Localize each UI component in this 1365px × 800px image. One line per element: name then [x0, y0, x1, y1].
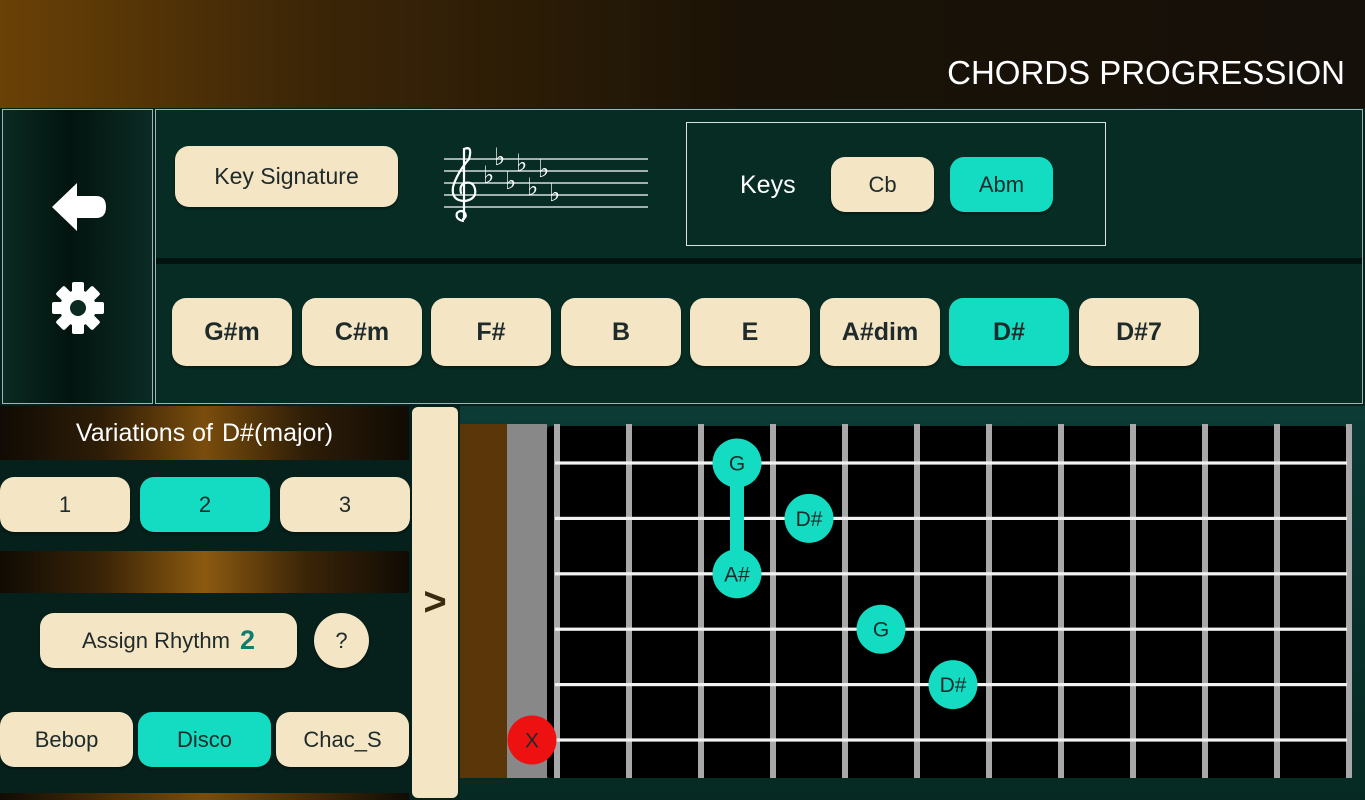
chord-button[interactable]: A#dim	[820, 298, 940, 366]
fret-wire	[626, 424, 632, 778]
chord-button[interactable]: C#m	[302, 298, 422, 366]
key-button-abm[interactable]: Abm	[950, 157, 1053, 212]
fret-wire	[1058, 424, 1064, 778]
back-button[interactable]	[47, 176, 111, 238]
side-panel	[2, 109, 153, 404]
divider-strip	[0, 551, 409, 593]
next-variation-button[interactable]: >	[412, 407, 458, 798]
variations-panel: 1 2 3 Assign Rhythm 2 ? Bebop Disco Chac…	[0, 460, 410, 800]
assign-rhythm-value: 2	[239, 625, 255, 655]
gear-icon	[52, 282, 104, 334]
fret-wire	[698, 424, 704, 778]
finger-dot-label: D#	[940, 674, 967, 697]
rhythm-style-button[interactable]: Bebop	[0, 712, 133, 767]
help-button[interactable]: ?	[314, 613, 369, 668]
chord-selector-panel: Key Signature ♭ ♭ ♭ ♭ ♭ ♭ ♭ Keys Cb Abm …	[155, 109, 1363, 404]
key-signature-staff: ♭ ♭ ♭ ♭ ♭ ♭ ♭	[444, 143, 648, 223]
svg-text:♭: ♭	[549, 179, 560, 207]
svg-text:♭: ♭	[516, 149, 527, 177]
fret-wire	[914, 424, 920, 778]
panel-divider	[156, 258, 1362, 264]
chord-button-selected[interactable]: D#	[949, 298, 1069, 366]
svg-text:♭: ♭	[527, 173, 538, 201]
fret-wire	[986, 424, 992, 778]
guitar-string	[555, 461, 1347, 465]
guitar-string	[555, 572, 1347, 576]
key-signature-button[interactable]: Key Signature	[175, 146, 398, 207]
fret-wire	[1130, 424, 1136, 778]
keys-group: Keys Cb Abm	[686, 122, 1106, 246]
fret-wire	[842, 424, 848, 778]
fret-wire	[770, 424, 776, 778]
app-title: CHORDS PROGRESSION	[947, 54, 1345, 91]
chord-button[interactable]: B	[561, 298, 681, 366]
chord-button[interactable]: F#	[431, 298, 551, 366]
variations-title: Variations of	[75, 418, 213, 447]
finger-dot-label: G	[729, 453, 745, 476]
variations-header: Variations of D#(major)	[0, 406, 409, 460]
fret-wire	[1202, 424, 1208, 778]
bottom-strip	[0, 793, 409, 800]
guitar-string	[555, 516, 1347, 520]
svg-text:♭: ♭	[494, 143, 505, 171]
chord-button[interactable]: D#7	[1079, 298, 1199, 366]
assign-rhythm-label: Assign Rhythm	[82, 627, 230, 653]
chord-button[interactable]: E	[690, 298, 810, 366]
variations-chord: D#(major)	[221, 418, 334, 447]
fretboard-body	[547, 426, 1347, 778]
header-bar: CHORDS PROGRESSION	[0, 0, 1365, 108]
variation-button-3[interactable]: 3	[280, 477, 410, 532]
muted-string-label: X	[525, 730, 539, 753]
assign-rhythm-button[interactable]: Assign Rhythm 2	[40, 613, 297, 668]
svg-text:♭: ♭	[538, 155, 549, 183]
fret-wire	[1274, 424, 1280, 778]
guitar-string	[555, 627, 1347, 631]
variation-button-1[interactable]: 1	[0, 477, 130, 532]
key-button-cb[interactable]: Cb	[831, 157, 934, 212]
fret-wire	[554, 424, 560, 778]
keys-label: Keys	[740, 171, 796, 199]
guitar-string	[555, 738, 1347, 742]
settings-button[interactable]	[49, 279, 107, 337]
rhythm-style-button-selected[interactable]: Disco	[138, 712, 271, 767]
rhythm-style-button[interactable]: Chac_S	[276, 712, 409, 767]
fretboard[interactable]: G D# A# G D# X	[460, 406, 1365, 800]
headstock	[460, 424, 507, 778]
finger-dot-label: D#	[796, 508, 823, 531]
arrow-left-icon	[52, 183, 106, 231]
finger-dot-label: A#	[724, 563, 750, 586]
fretboard-area: G D# A# G D# X	[460, 406, 1365, 800]
chord-button[interactable]: G#m	[172, 298, 292, 366]
svg-text:♭: ♭	[505, 167, 516, 195]
svg-text:♭: ♭	[483, 161, 494, 189]
finger-dot-label: G	[873, 619, 889, 642]
variation-button-2[interactable]: 2	[140, 477, 270, 532]
fret-wire	[1346, 424, 1352, 778]
